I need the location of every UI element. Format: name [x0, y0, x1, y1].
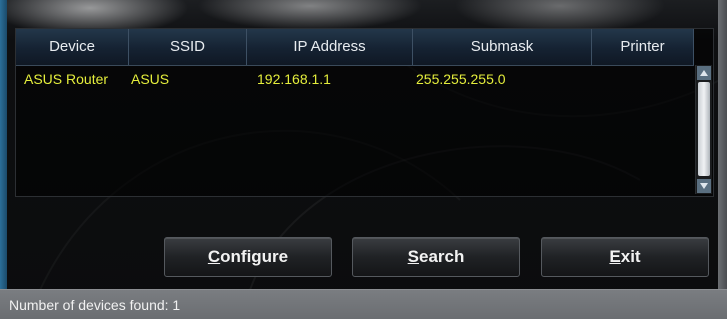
status-bar: Number of devices found: 1 — [0, 289, 727, 319]
column-header-device[interactable]: Device — [16, 29, 129, 65]
table-body: ASUS Router ASUS 192.168.1.1 255.255.255… — [16, 66, 694, 194]
search-mnemonic: S — [407, 247, 419, 266]
cell-ip-address: 192.168.1.1 — [257, 71, 331, 87]
vertical-scrollbar[interactable] — [695, 65, 712, 194]
scrollbar-thumb[interactable] — [698, 82, 710, 176]
column-header-printer[interactable]: Printer — [592, 29, 694, 65]
table-row[interactable]: ASUS Router ASUS 192.168.1.1 255.255.255… — [16, 66, 694, 92]
column-header-ip-address[interactable]: IP Address — [247, 29, 413, 65]
device-list-table: Device SSID IP Address Submask Printer A… — [15, 28, 714, 197]
configure-label: onfigure — [220, 247, 289, 266]
scroll-down-arrow-icon[interactable] — [697, 179, 711, 193]
column-header-submask[interactable]: Submask — [413, 29, 592, 65]
scroll-up-arrow-icon[interactable] — [697, 66, 711, 80]
search-label: earch — [418, 247, 465, 266]
cell-device: ASUS Router — [24, 71, 109, 87]
search-button[interactable]: Search — [352, 237, 520, 277]
column-header-ssid[interactable]: SSID — [129, 29, 247, 65]
exit-button[interactable]: Exit — [541, 237, 709, 277]
cell-ssid: ASUS — [131, 71, 170, 87]
cell-printer — [592, 66, 694, 92]
configure-button[interactable]: Configure — [164, 237, 332, 277]
table-header: Device SSID IP Address Submask Printer — [16, 29, 694, 66]
configure-mnemonic: C — [207, 247, 221, 266]
cell-submask: 255.255.255.0 — [416, 71, 506, 87]
devices-found-status: Number of devices found: 1 — [9, 297, 181, 313]
exit-mnemonic: E — [609, 247, 621, 266]
device-discovery-window: Device SSID IP Address Submask Printer A… — [0, 0, 727, 319]
exit-label: xit — [620, 247, 641, 266]
